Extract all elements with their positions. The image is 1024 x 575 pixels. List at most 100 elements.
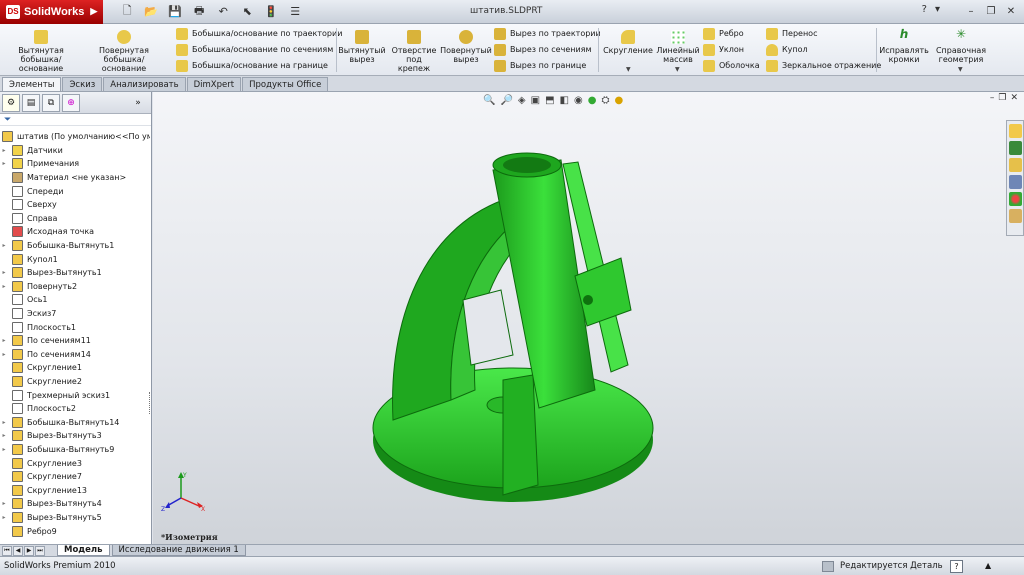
tree-item[interactable]: Скругление13 <box>0 483 150 497</box>
prev-tab-icon[interactable]: ◀ <box>13 545 23 556</box>
expand-arrow-icon[interactable]: ▸ <box>0 242 8 249</box>
tree-item[interactable]: Скругление2 <box>0 375 150 389</box>
expand-arrow-icon[interactable]: ▸ <box>0 283 8 290</box>
tree-item[interactable]: ▸ Бобышка-Вытянуть1 <box>0 239 150 253</box>
expand-arrow-icon[interactable]: ▸ <box>0 446 8 453</box>
rebuild-icon[interactable]: 🚦 <box>261 3 281 21</box>
expand-arrow-icon[interactable]: ▸ <box>0 160 8 167</box>
tab-4[interactable]: Продукты Office <box>242 77 329 91</box>
swept-cut-button[interactable]: Вырез по траектории <box>494 26 601 41</box>
draft-button[interactable]: Уклон <box>703 42 744 57</box>
tree-item[interactable]: Скругление1 <box>0 361 150 375</box>
file-explorer-icon[interactable] <box>1008 158 1022 172</box>
chevron-down-icon[interactable]: ▾ <box>935 4 940 15</box>
tab-1[interactable]: Эскиз <box>62 77 103 91</box>
minimize-view-icon[interactable]: – <box>990 93 995 103</box>
tree-item[interactable]: Трехмерный эскиз1 <box>0 388 150 402</box>
tree-item[interactable]: Ребро9 <box>0 524 150 538</box>
minimize-button[interactable]: – <box>962 3 980 19</box>
apply-scene-icon[interactable]: ⛭ <box>601 95 609 106</box>
undo-icon[interactable]: ↶ <box>213 3 233 21</box>
expand-arrow-icon[interactable]: ▸ <box>0 514 8 521</box>
tree-item[interactable]: Купол1 <box>0 252 150 266</box>
more-tabs-icon[interactable]: » <box>129 94 147 112</box>
property-manager-tab-icon[interactable]: ▤ <box>22 93 40 112</box>
tree-item[interactable]: ▸ Вырез-Вытянуть3 <box>0 429 150 443</box>
graphics-area[interactable]: 🔍 🔎 ◈ ▣ ⬒ ◧ ◉ ● ⛭ ● – ❐ ✕ Y X Z *Изометр… <box>153 92 1024 544</box>
first-tab-icon[interactable]: ⏮ <box>2 545 12 556</box>
tree-item[interactable]: Ось1 <box>0 293 150 307</box>
tree-item[interactable]: Сверху <box>0 198 150 212</box>
zoom-to-fit-icon[interactable]: 🔍 <box>483 95 495 106</box>
tree-item[interactable]: Плоскость1 <box>0 320 150 334</box>
linear-pattern-button[interactable]: Линейный массив <box>656 30 700 64</box>
tree-item[interactable]: ▸ Примечания <box>0 157 150 171</box>
last-tab-icon[interactable]: ⏭ <box>35 545 45 556</box>
tree-item[interactable]: Справа <box>0 212 150 226</box>
design-library-icon[interactable] <box>1008 141 1022 155</box>
print-icon[interactable]: 🖶 <box>189 3 209 21</box>
help-icon[interactable]: ? <box>922 4 927 15</box>
tree-item[interactable]: ▸ Вырез-Вытянуть1 <box>0 266 150 280</box>
tab-3[interactable]: DimXpert <box>186 77 242 91</box>
view-palette-icon[interactable] <box>1008 175 1022 189</box>
tree-item[interactable]: Скругление7 <box>0 470 150 484</box>
bottom-tab-1[interactable]: Исследование движения 1 <box>111 545 246 556</box>
pattern-dropdown-icon[interactable]: ▼ <box>675 66 680 73</box>
previous-view-icon[interactable]: ◈ <box>518 95 526 106</box>
expand-arrow-icon[interactable]: ▸ <box>0 337 8 344</box>
rib-button[interactable]: Ребро <box>703 26 744 41</box>
select-icon[interactable]: ⬉ <box>237 3 257 21</box>
tree-item[interactable]: ▸ Повернуть2 <box>0 280 150 294</box>
swept-boss-button[interactable]: Бобышка/основание по траектории <box>176 26 342 41</box>
tree-item[interactable]: ▸ Бобышка-Вытянуть9 <box>0 443 150 457</box>
restore-button[interactable]: ❐ <box>982 3 1000 19</box>
extruded-boss-button[interactable]: Вытянутая бобышка/основание <box>6 30 76 73</box>
close-view-icon[interactable]: ✕ <box>1010 93 1018 103</box>
tree-item[interactable]: Скругление3 <box>0 456 150 470</box>
feature-tree-tab-icon[interactable]: ⚙ <box>2 93 20 112</box>
mirror-button[interactable]: Зеркальное отражение <box>766 58 881 73</box>
view-settings-icon[interactable]: ● <box>614 95 623 106</box>
revolved-cut-button[interactable]: Повернутый вырез <box>440 30 492 64</box>
appearances-icon[interactable] <box>1008 192 1022 206</box>
expand-arrow-icon[interactable]: ▸ <box>0 500 8 507</box>
new-icon[interactable]: 🗋 <box>117 3 137 21</box>
tree-item[interactable]: ▸ Датчики <box>0 144 150 158</box>
wrap-button[interactable]: Перенос <box>766 26 817 41</box>
tree-item[interactable]: ▸ По сечениям11 <box>0 334 150 348</box>
lofted-cut-button[interactable]: Вырез по сечениям <box>494 42 592 57</box>
view-orientation-icon[interactable]: ⬒ <box>545 95 554 106</box>
tree-item[interactable]: Спереди <box>0 184 150 198</box>
tree-item[interactable]: ▸ Бобышка-Вытянуть14 <box>0 415 150 429</box>
boundary-cut-button[interactable]: Вырез по границе <box>494 58 586 73</box>
custom-properties-icon[interactable] <box>1008 209 1022 223</box>
feature-filter[interactable]: ⏷ <box>0 114 151 126</box>
expand-arrow-icon[interactable]: ▸ <box>0 419 8 426</box>
tree-item[interactable]: Материал <не указан> <box>0 171 150 185</box>
next-tab-icon[interactable]: ▶ <box>24 545 34 556</box>
open-icon[interactable]: 📂 <box>141 3 161 21</box>
restore-view-icon[interactable]: ❐ <box>998 93 1006 103</box>
hide-show-icon[interactable]: ◉ <box>574 95 583 106</box>
dimxpert-manager-tab-icon[interactable]: ⊕ <box>62 93 80 112</box>
tree-item[interactable]: ▸ По сечениям14 <box>0 348 150 362</box>
display-style-icon[interactable]: ◧ <box>560 95 569 106</box>
3d-model-tripod[interactable] <box>363 150 673 530</box>
tree-item[interactable]: Исходная точка <box>0 225 150 239</box>
expand-arrow-icon[interactable]: ▸ <box>0 147 8 154</box>
save-icon[interactable]: 💾 <box>165 3 185 21</box>
tree-item[interactable]: Эскиз7 <box>0 307 150 321</box>
zoom-to-area-icon[interactable]: 🔎 <box>500 95 512 106</box>
solidworks-menu-button[interactable]: DS SolidWorks ▶ <box>0 0 104 24</box>
edit-appearance-icon[interactable]: ● <box>588 95 597 106</box>
fillet-button[interactable]: Скругление <box>602 30 654 55</box>
section-view-icon[interactable]: ▣ <box>531 95 540 106</box>
home-icon[interactable] <box>1008 124 1022 138</box>
expand-arrow-icon[interactable]: ▸ <box>0 269 8 276</box>
tree-item[interactable]: ▸ Вырез-Вытянуть5 <box>0 511 150 525</box>
ref-geometry-dropdown-icon[interactable]: ▼ <box>958 66 963 73</box>
options-icon[interactable]: ☰ <box>285 3 305 21</box>
dome-button[interactable]: Купол <box>766 42 808 57</box>
tab-2[interactable]: Анализировать <box>103 77 186 91</box>
